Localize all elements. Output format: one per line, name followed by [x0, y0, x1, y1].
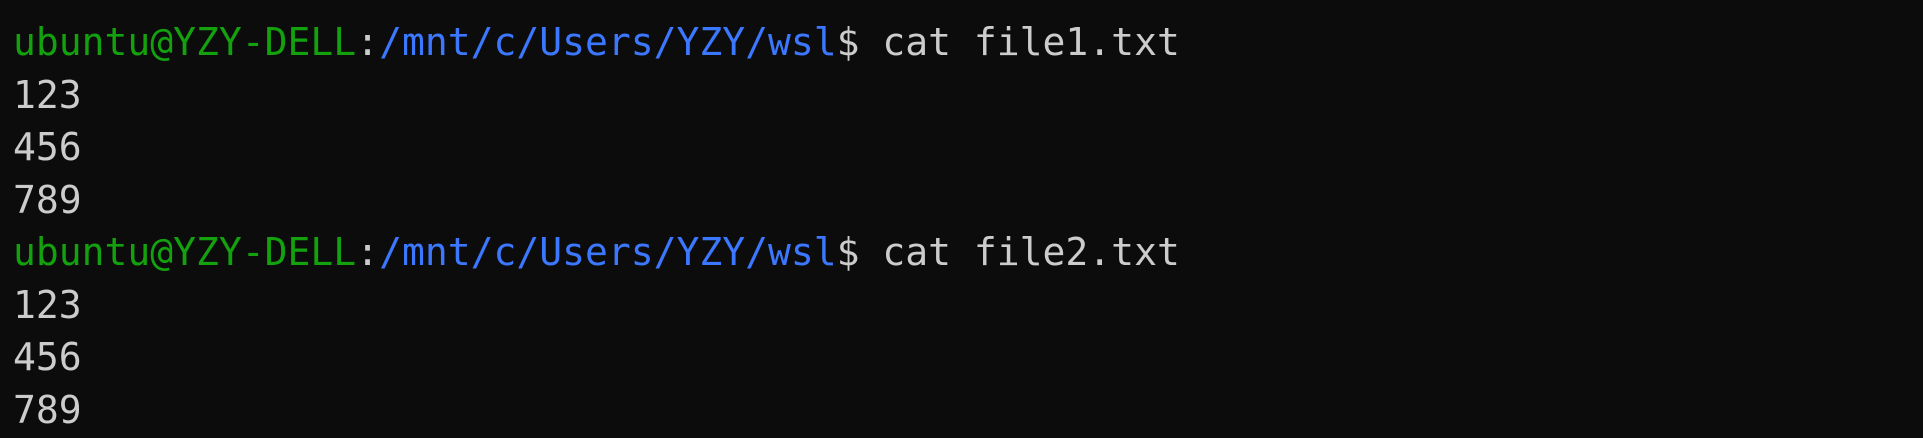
output-line: 123	[13, 282, 82, 327]
terminal-window[interactable]: ubuntu@YZY-DELL:/mnt/c/Users/YZY/wsl$ ca…	[0, 0, 1923, 438]
prompt-separator: :	[356, 20, 380, 64]
output-line: 456	[13, 335, 82, 379]
prompt-symbol: $	[836, 20, 860, 64]
output-line: 789	[13, 177, 82, 222]
prompt-user-host: ubuntu@YZY-DELL	[13, 230, 357, 274]
prompt-symbol: $	[836, 230, 860, 274]
prompt-separator: :	[356, 230, 380, 274]
prompt-line: ubuntu@YZY-DELL:/mnt/c/Users/YZY/wsl$ ca…	[13, 16, 1923, 69]
output-line: 123	[13, 72, 82, 117]
output-line: 456	[13, 125, 82, 169]
command-text: cat file1.txt	[882, 20, 1180, 64]
command-text: cat file2.txt	[882, 230, 1180, 274]
output-line: 789	[13, 387, 82, 432]
prompt-path: /mnt/c/Users/YZY/wsl	[379, 230, 837, 274]
prompt-line: ubuntu@YZY-DELL:/mnt/c/Users/YZY/wsl$ ca…	[13, 226, 1923, 279]
prompt-path: /mnt/c/Users/YZY/wsl	[379, 20, 837, 64]
prompt-user-host: ubuntu@YZY-DELL	[13, 20, 357, 64]
